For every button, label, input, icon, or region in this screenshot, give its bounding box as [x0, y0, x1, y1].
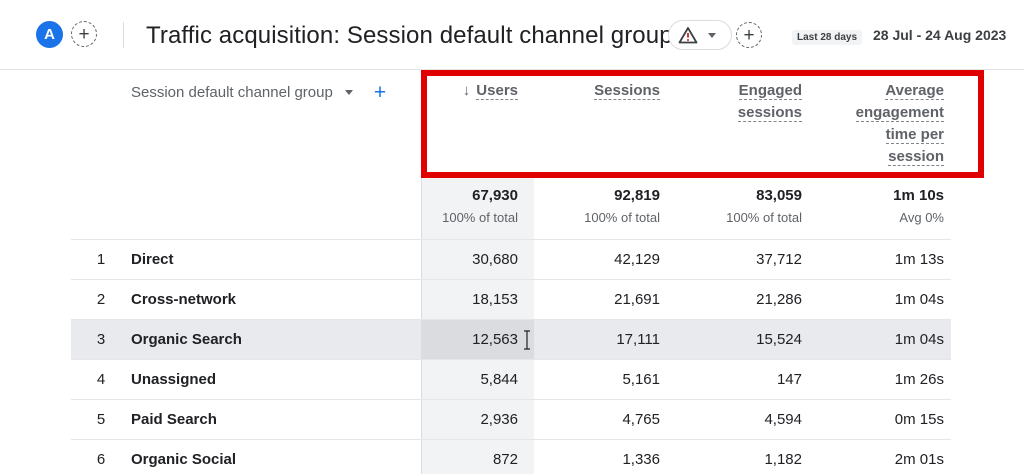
channel-name: Organic Social	[131, 451, 237, 468]
avg-engagement-value: 1m 04s	[894, 331, 944, 348]
page-title: Traffic acquisition: Session default cha…	[146, 22, 673, 49]
add-card-button[interactable]: +	[736, 22, 762, 48]
sessions-value: 5,161	[622, 371, 660, 388]
users-value: 18,153	[472, 291, 518, 308]
avg-engagement-value: 2m 01s	[894, 451, 944, 468]
total-sessions-value: 92,819	[614, 187, 660, 204]
metric-headers-highlight	[421, 70, 984, 178]
table-row[interactable]: 1 Direct 30,680 42,129 37,712 1m 13s	[71, 239, 951, 280]
users-value: 2,936	[480, 411, 518, 428]
table-row[interactable]: 4 Unassigned 5,844 5,161 147 1m 26s	[71, 359, 951, 400]
engaged-sessions-value: 147	[776, 371, 802, 388]
data-quality-dropdown[interactable]	[668, 20, 732, 50]
total-users-pct: 100% of total	[442, 210, 518, 225]
date-range-label: Last 28 days	[792, 30, 863, 45]
sessions-value: 42,129	[614, 251, 660, 268]
row-number: 5	[96, 411, 106, 428]
add-dimension-button[interactable]: +	[374, 82, 386, 103]
avg-engagement-value: 0m 15s	[894, 411, 944, 428]
channel-name: Paid Search	[131, 411, 217, 428]
row-number: 3	[96, 331, 106, 348]
total-avg-pct: Avg 0%	[899, 210, 944, 225]
add-comparison-button[interactable]: +	[71, 21, 97, 47]
engaged-sessions-value: 1,182	[764, 451, 802, 468]
chevron-down-icon	[344, 90, 353, 95]
users-value: 872	[492, 451, 518, 468]
total-engaged-sessions: 83,059 100% of total	[701, 186, 802, 225]
dimension-selector[interactable]: Session default channel group +	[131, 82, 386, 103]
avg-engagement-value: 1m 13s	[894, 251, 944, 268]
sessions-value: 1,336	[622, 451, 660, 468]
total-avg-value: 1m 10s	[893, 187, 944, 204]
engaged-sessions-value: 37,712	[756, 251, 802, 268]
engaged-sessions-value: 15,524	[756, 331, 802, 348]
channel-name: Cross-network	[131, 291, 237, 308]
row-number: 1	[96, 251, 106, 268]
channel-name: Organic Search	[131, 331, 242, 348]
total-sessions-pct: 100% of total	[584, 210, 660, 225]
total-engaged-pct: 100% of total	[726, 210, 802, 225]
header-divider	[123, 22, 124, 48]
sessions-value: 17,111	[616, 331, 660, 348]
total-avg-engagement: 1m 10s Avg 0%	[841, 186, 944, 225]
row-number: 6	[96, 451, 106, 468]
total-engaged-value: 83,059	[756, 187, 802, 204]
table-row[interactable]: 2 Cross-network 18,153 21,691 21,286 1m …	[71, 279, 951, 320]
sessions-value: 4,765	[622, 411, 660, 428]
text-cursor-icon	[524, 330, 530, 350]
date-range-picker[interactable]: 28 Jul - 24 Aug 2023	[873, 27, 1006, 43]
plus-icon: +	[743, 24, 755, 46]
sessions-value: 21,691	[614, 291, 660, 308]
table-row[interactable]: 6 Organic Social 872 1,336 1,182 2m 01s	[71, 439, 951, 474]
channel-name: Unassigned	[131, 371, 217, 388]
users-value: 12,563	[472, 331, 518, 348]
row-number: 2	[96, 291, 106, 308]
dimension-header-label: Session default channel group	[131, 84, 333, 101]
total-users-value: 67,930	[472, 187, 518, 204]
table-row[interactable]: 5 Paid Search 2,936 4,765 4,594 0m 15s	[71, 399, 951, 440]
engaged-sessions-value: 4,594	[764, 411, 802, 428]
users-value: 30,680	[472, 251, 518, 268]
channel-name: Direct	[131, 251, 174, 268]
total-users: 67,930 100% of total	[422, 186, 518, 225]
total-sessions: 92,819 100% of total	[561, 186, 660, 225]
users-value: 5,844	[480, 371, 518, 388]
engaged-sessions-value: 21,286	[756, 291, 802, 308]
comparison-avatar[interactable]: A	[36, 21, 63, 48]
report-table: Session default channel group + ↓ Users S…	[71, 70, 984, 474]
warning-icon	[678, 27, 698, 44]
row-number: 4	[96, 371, 106, 388]
avg-engagement-value: 1m 26s	[894, 371, 944, 388]
chevron-down-icon	[708, 32, 716, 38]
table-row-hovered[interactable]: 3 Organic Search 12,563 17,111 15,524 1m…	[71, 319, 951, 360]
avg-engagement-value: 1m 04s	[894, 291, 944, 308]
plus-icon: +	[78, 23, 90, 45]
report-header: A + Traffic acquisition: Session default…	[0, 0, 1024, 70]
